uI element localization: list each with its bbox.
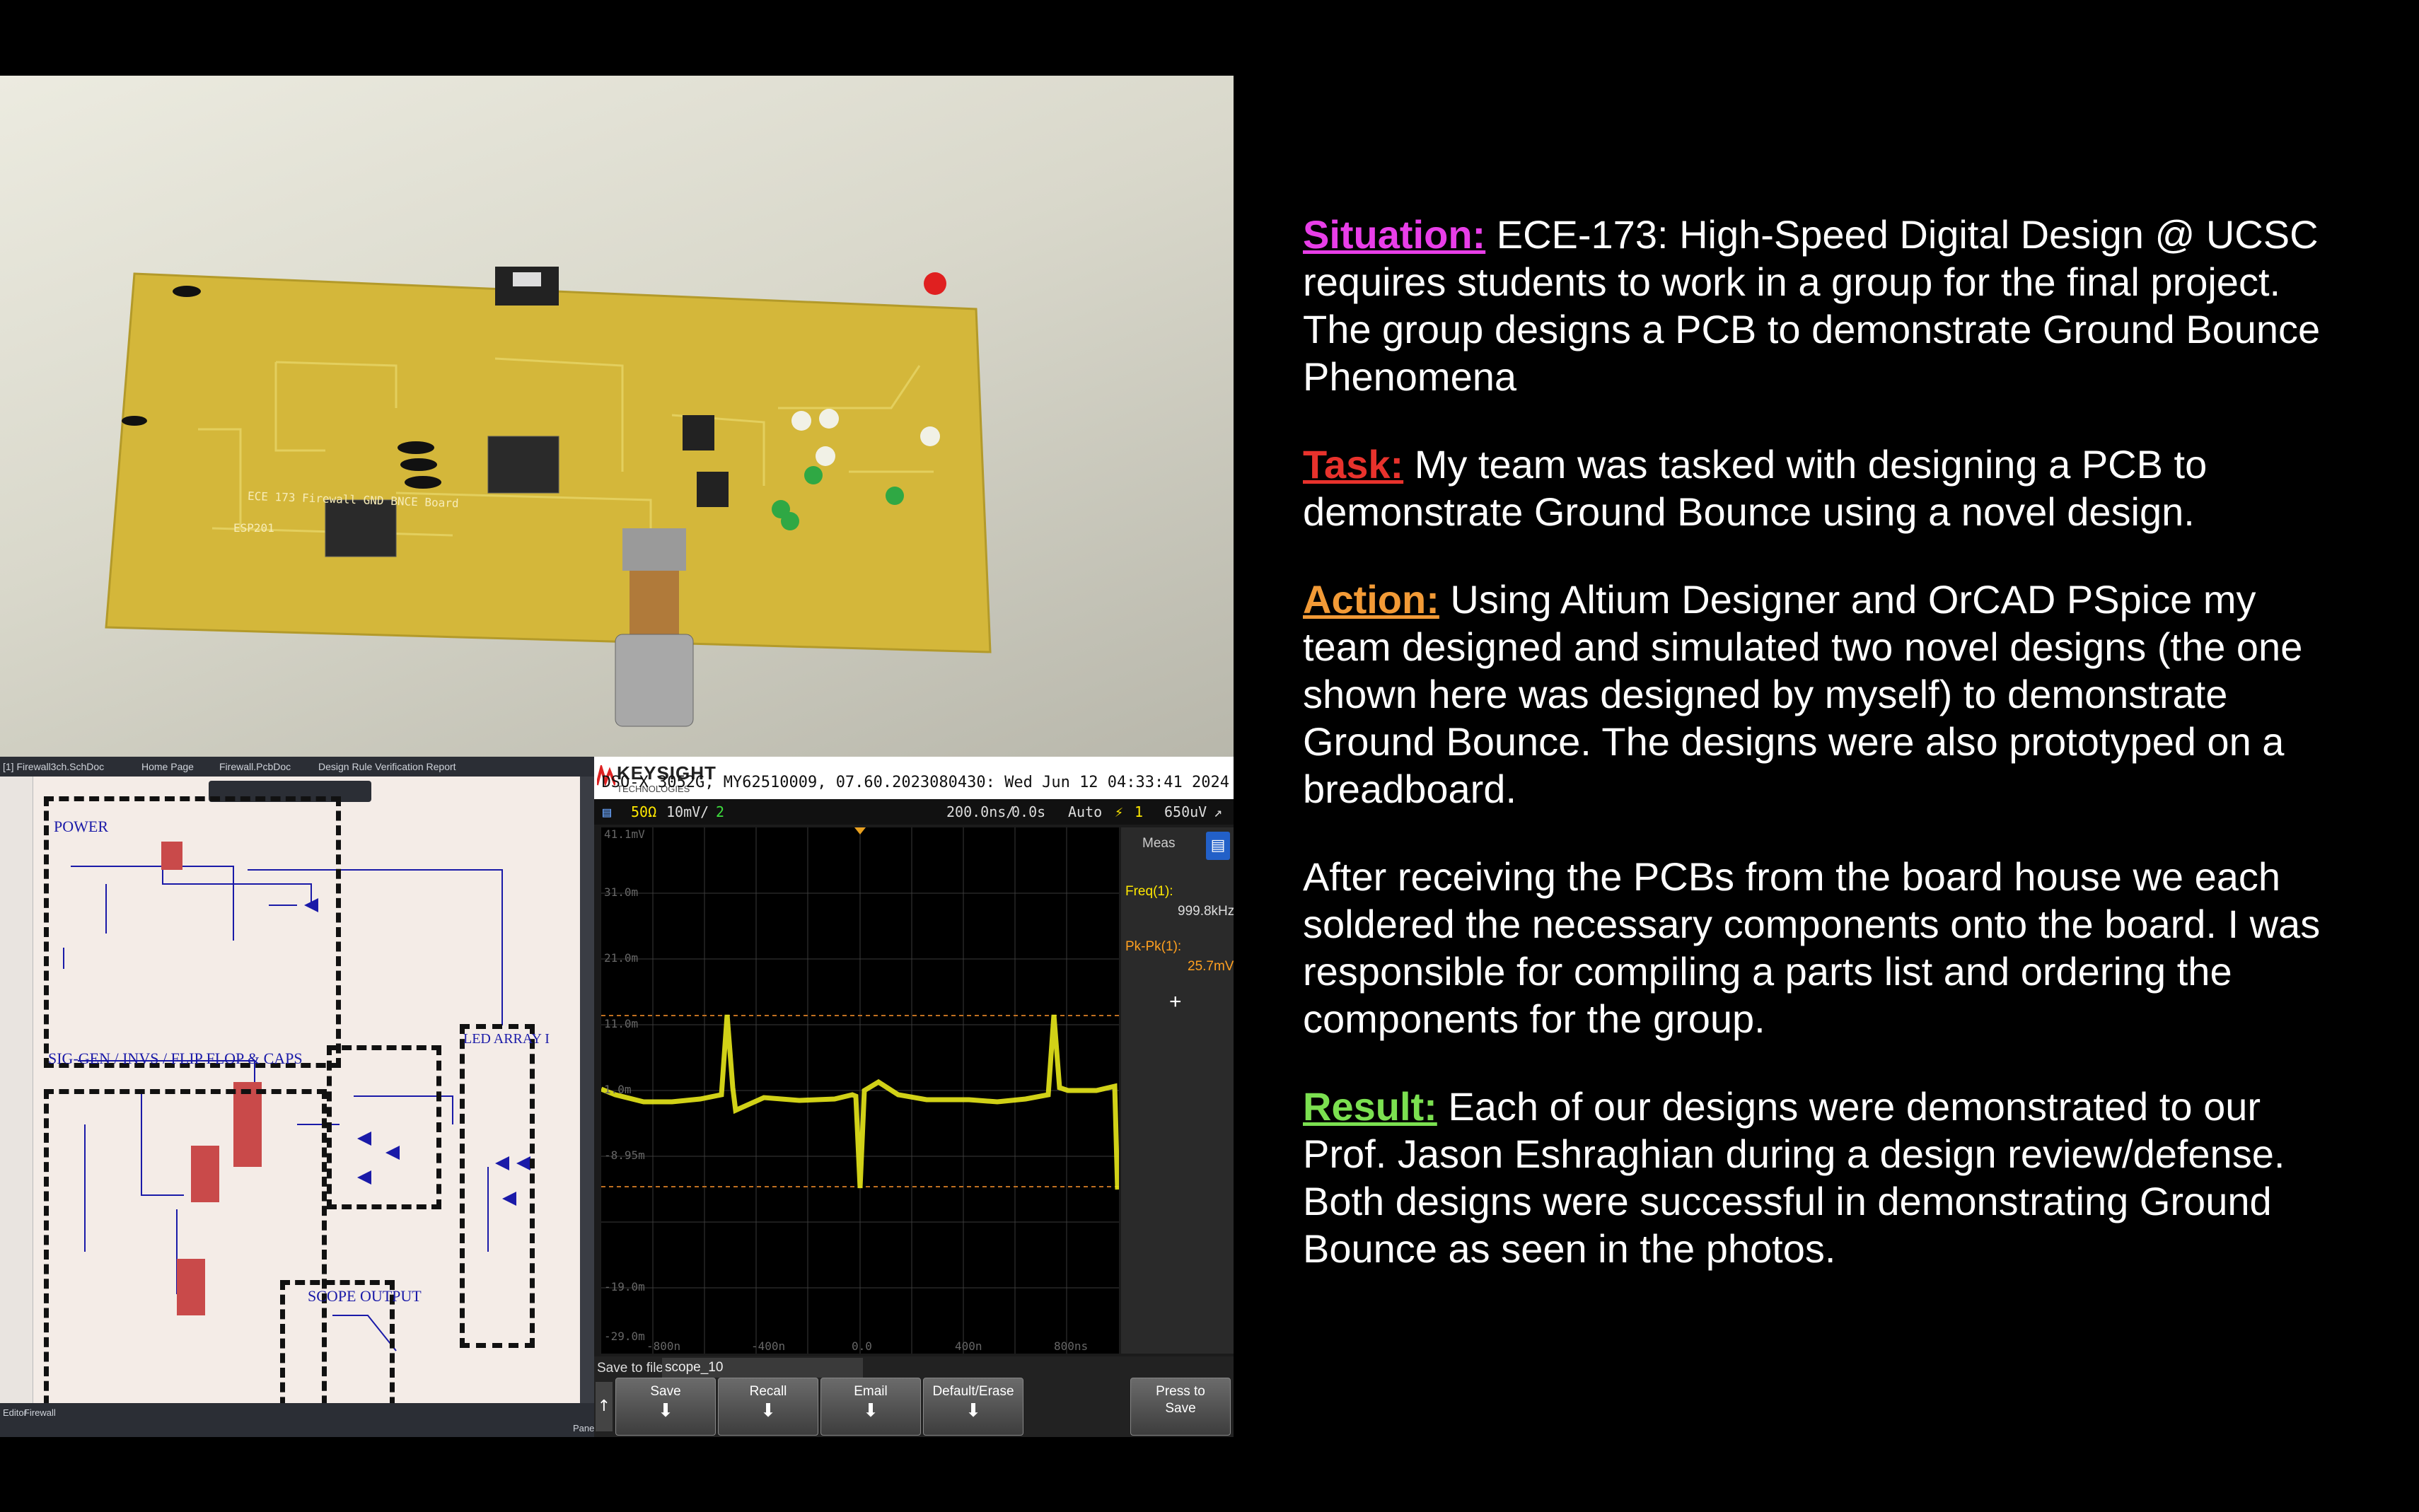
task-paragraph: Task: My team was tasked with designing … (1303, 441, 2343, 535)
pcb-board-image (105, 267, 992, 727)
delay[interactable]: 0.0s (1011, 803, 1045, 820)
press-to-save-button[interactable]: Press to Save (1130, 1378, 1231, 1436)
situation-paragraph: Situation: ECE-173: High-Speed Digital D… (1303, 211, 2343, 400)
recall-arrow-icon: ⬇ (760, 1400, 776, 1421)
task-heading: Task: (1303, 442, 1404, 487)
power-block (44, 796, 341, 1068)
add-measurement-button[interactable]: + (1169, 990, 1182, 1014)
ch2-indicator[interactable]: 2 (716, 803, 724, 820)
x-label-0: -800n (646, 1339, 681, 1353)
y-label-2: 21.0m (604, 951, 639, 965)
oscilloscope-screen: KEYSIGHT TECHNOLOGIES DSO-X 3052G, MY625… (594, 757, 1234, 1437)
timebase[interactable]: 200.0ns/ (946, 803, 1014, 820)
measurement-panel: Meas ▤ Freq(1): 999.8kHz Pk-Pk(1): 25.7m… (1121, 827, 1234, 1354)
flip-flop-block (327, 1045, 441, 1209)
pkpk-value: 25.7mV (1188, 959, 1234, 974)
star-description: Situation: ECE-173: High-Speed Digital D… (1303, 211, 2343, 1313)
save-softkey-bar: Save to file = scope_10 ↑ Save ⬇ Recall ⬇ … (594, 1356, 1234, 1437)
action-body: Using Altium Designer and OrCAD PSpice m… (1303, 577, 2303, 811)
save-button[interactable]: Save ⬇ (615, 1378, 716, 1436)
situation-heading: Situation: (1303, 212, 1486, 257)
meas-menu-icon[interactable]: ▤ (1206, 832, 1230, 860)
schematic-window: [1] Firewall3ch.SchDoc Home Page Firewal… (0, 757, 594, 1437)
y-label-5: -8.95m (604, 1148, 645, 1162)
back-arrow-icon[interactable]: ↑ (596, 1382, 613, 1431)
pcb-photo: ECE 173 Firewall GND BNCE Board ESP201 (0, 76, 1234, 758)
scope-graticule: 41.1mV 31.0m 21.0m 11.0m 1.0m -8.95m -19… (600, 827, 1120, 1354)
trigger-slope-icon: ↗ (1214, 803, 1223, 820)
schematic-status-bar: Editor Firewall Panels (0, 1403, 594, 1437)
freq-label: Freq(1): (1125, 884, 1173, 899)
led-array-block (460, 1024, 535, 1348)
after-paragraph: After receiving the PCBs from the board … (1303, 854, 2321, 1041)
recall-button[interactable]: Recall ⬇ (718, 1378, 818, 1436)
email-button[interactable]: Email ⬇ (820, 1378, 921, 1436)
scope-waveform (600, 827, 1120, 1354)
power-block-label: POWER (54, 818, 108, 835)
ch-impedance[interactable]: 50Ω (631, 803, 656, 820)
scope-output-label: SCOPE OUTPUT (308, 1287, 422, 1305)
led-array-label: LED ARRAY I (463, 1031, 550, 1047)
result-paragraph: Result: Each of our designs were demonst… (1303, 1083, 2343, 1272)
scope-status-bar: ▤ 50Ω 10mV/ 2 200.0ns/ 0.0s Auto ⚡ 1 650… (594, 799, 1234, 825)
default-erase-button[interactable]: Default/Erase ⬇ (923, 1378, 1023, 1436)
save-arrow-icon: ⬇ (658, 1400, 673, 1421)
pcb-silkscreen-id: ESP201 (233, 521, 274, 535)
result-body: Each of our designs were demonstrated to… (1303, 1084, 2285, 1271)
task-body: My team was tasked with designing a PCB … (1303, 442, 2208, 534)
default-erase-arrow-icon: ⬇ (965, 1400, 981, 1421)
trigger-mode[interactable]: Auto (1068, 803, 1102, 820)
scope-model-line: DSO-X 3052G, MY62510009, 07.60.202308043… (601, 774, 1229, 791)
footer-panels[interactable]: Panels (573, 1423, 594, 1434)
pkpk-label: Pk-Pk(1): (1125, 939, 1182, 954)
y-label-4: 1.0m (604, 1083, 632, 1096)
footer-editor: Editor (3, 1407, 27, 1418)
y-label-1: 31.0m (604, 885, 639, 899)
scope-header: KEYSIGHT TECHNOLOGIES DSO-X 3052G, MY625… (594, 757, 1234, 799)
action-heading: Action: (1303, 577, 1439, 622)
y-label-7: -29.0m (604, 1330, 645, 1343)
x-label-3: 400n (955, 1339, 982, 1353)
save-filename-field[interactable]: scope_10 (662, 1358, 863, 1378)
freq-value: 999.8kHz (1178, 904, 1234, 919)
trigger-channel[interactable]: 1 (1135, 803, 1143, 820)
result-heading: Result: (1303, 1084, 1437, 1129)
action-paragraph: Action: Using Altium Designer and OrCAD … (1303, 576, 2343, 813)
menu-icon[interactable]: ▤ (603, 803, 611, 820)
meas-title[interactable]: Meas (1142, 836, 1175, 851)
x-label-1: -400n (751, 1339, 786, 1353)
x-label-4: 800ns (1054, 1339, 1089, 1353)
x-label-2: 0.0 (852, 1339, 872, 1353)
trigger-icon: ⚡ (1115, 803, 1124, 820)
ch-scale[interactable]: 10mV/ (666, 803, 709, 820)
y-label-3: 11.0m (604, 1017, 639, 1030)
email-arrow-icon: ⬇ (863, 1400, 878, 1421)
footer-doc: Firewall (24, 1407, 56, 1418)
trigger-level[interactable]: 650uV (1164, 803, 1207, 820)
y-label-6: -19.0m (604, 1280, 645, 1293)
sig-gen-label: SIG-GEN / INVS / FLIP FLOP & CAPS (48, 1049, 303, 1067)
y-label-0: 41.1mV (604, 827, 645, 841)
